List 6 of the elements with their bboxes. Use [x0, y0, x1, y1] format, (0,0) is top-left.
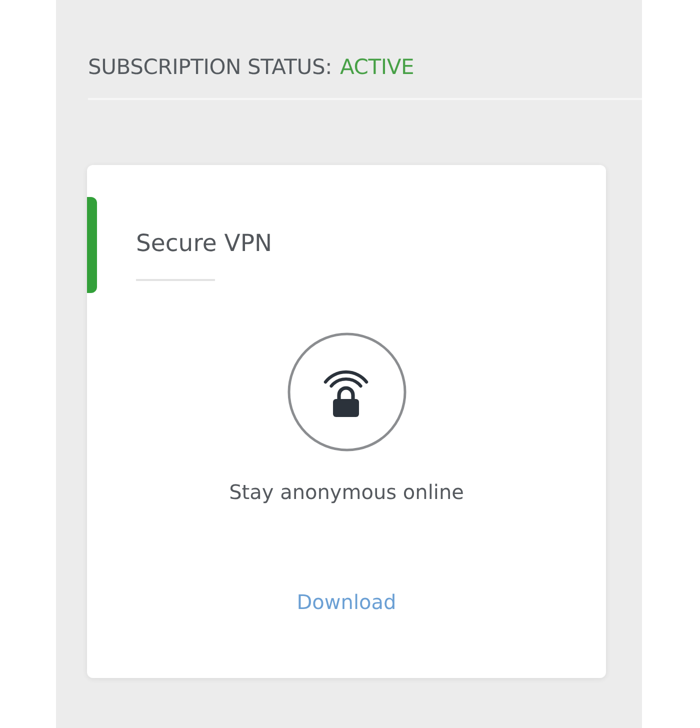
wifi-lock-icon — [286, 332, 406, 452]
product-title: Secure VPN — [136, 229, 272, 257]
product-description: Stay anonymous online — [229, 479, 464, 505]
status-label: SUBSCRIPTION STATUS: — [88, 55, 332, 79]
status-value: ACTIVE — [340, 55, 414, 79]
download-link[interactable]: Download — [296, 589, 396, 615]
